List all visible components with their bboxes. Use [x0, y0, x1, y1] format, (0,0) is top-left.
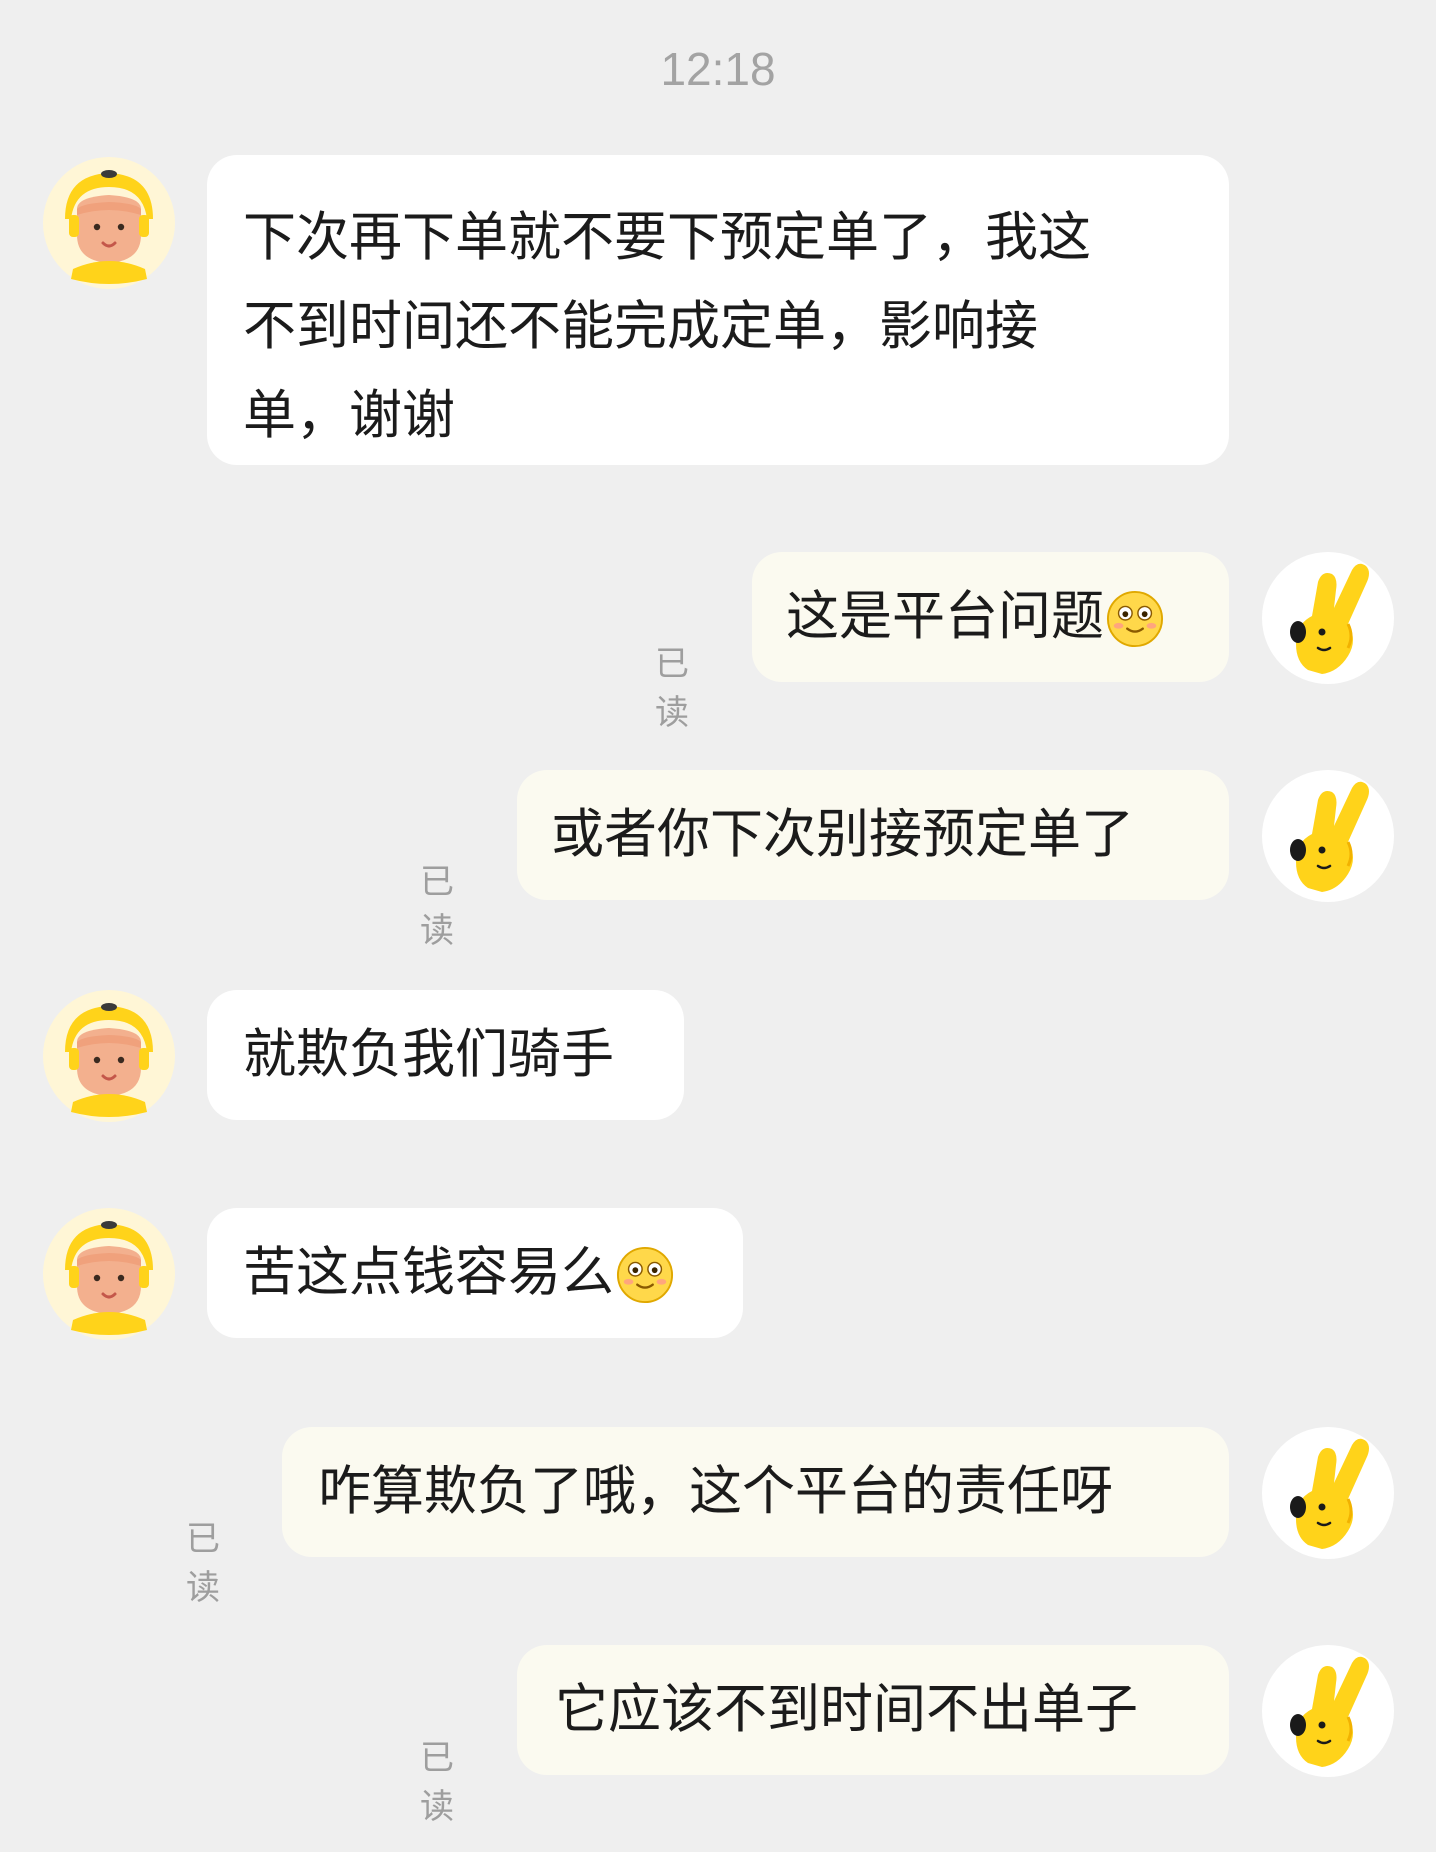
yellow-hand-mascot-icon[interactable]	[1262, 1427, 1394, 1559]
yellow-hand-mascot-icon[interactable]	[1262, 1645, 1394, 1777]
message-text-line: 不到时间还不能完成定单，影响接	[243, 296, 1038, 357]
message-bubble[interactable]: 下次再下单就不要下预定单了，我这 不到时间还不能完成定单，影响接 单，谢谢	[207, 155, 1229, 465]
message-bubble[interactable]: 苦这点钱容易么	[207, 1208, 743, 1338]
message-bubble[interactable]: 咋算欺负了哦，这个平台的责任呀	[282, 1427, 1229, 1557]
timestamp: 12:18	[660, 43, 776, 95]
message-bubble[interactable]: 或者你下次别接预定单了	[517, 770, 1229, 900]
rider-avatar-icon[interactable]	[43, 1208, 175, 1340]
message-text-line: 单，谢谢	[243, 385, 455, 446]
message-bubble[interactable]: 这是平台问题	[752, 552, 1229, 682]
message-text: 咋算欺负了哦，这个平台的责任呀	[318, 1461, 1113, 1522]
message-text: 或者你下次别接预定单了	[551, 804, 1134, 865]
read-receipt: 已读	[655, 644, 689, 733]
message-bubble[interactable]: 它应该不到时间不出单子	[517, 1645, 1229, 1775]
message-text: 这是平台问题	[786, 586, 1104, 647]
rider-avatar-icon[interactable]	[43, 157, 175, 289]
read-receipt: 已读	[420, 1738, 454, 1827]
blushing-smile-emoji-icon	[1106, 590, 1164, 648]
blushing-smile-emoji-icon	[616, 1246, 674, 1304]
yellow-hand-mascot-icon[interactable]	[1262, 770, 1394, 902]
message-text-line: 下次再下单就不要下预定单了，我这	[243, 207, 1091, 268]
message-text: 它应该不到时间不出单子	[555, 1679, 1138, 1740]
read-receipt: 已读	[420, 862, 454, 951]
read-receipt: 已读	[186, 1519, 220, 1608]
message-text: 苦这点钱容易么	[243, 1242, 614, 1303]
rider-avatar-icon[interactable]	[43, 990, 175, 1122]
message-bubble[interactable]: 就欺负我们骑手	[207, 990, 684, 1120]
yellow-hand-mascot-icon[interactable]	[1262, 552, 1394, 684]
message-text: 就欺负我们骑手	[243, 1024, 614, 1085]
